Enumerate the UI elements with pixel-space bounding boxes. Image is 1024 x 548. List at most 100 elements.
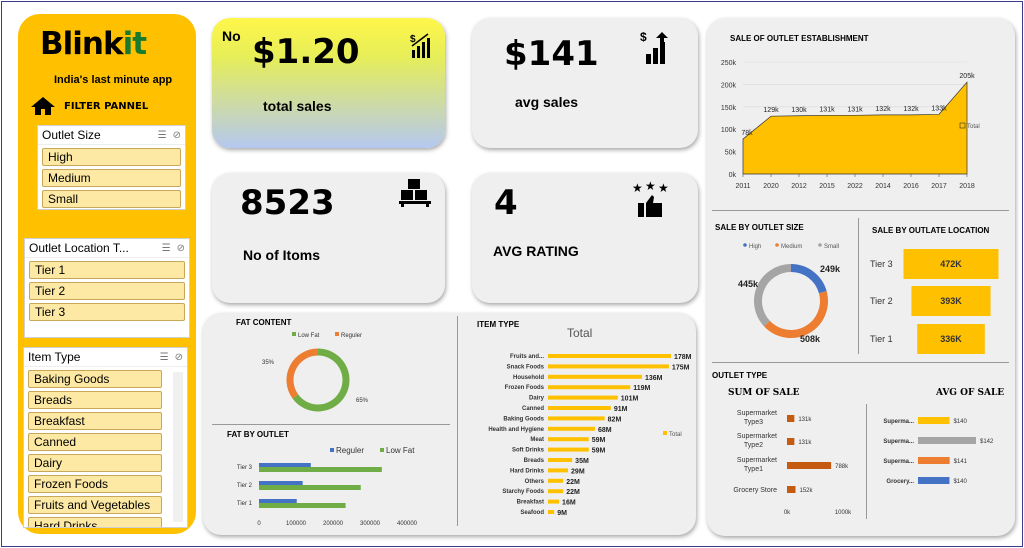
y-tick-label: Supermarket (737, 457, 777, 464)
bar (918, 417, 950, 424)
y-tick-label: 100k (721, 127, 737, 134)
data-label: $140 (953, 479, 967, 485)
y-tick-label: Supermarket (737, 410, 777, 417)
legend-label: Small (824, 244, 839, 250)
data-label: 119M (633, 385, 650, 392)
x-tick-label: 300000 (360, 521, 381, 527)
data-label: $141 (954, 459, 968, 465)
data-label: 22M (566, 479, 580, 486)
data-label: 445k (738, 279, 759, 289)
bar (548, 354, 671, 358)
x-tick-label: 2012 (791, 183, 807, 190)
y-tick-label: Others (525, 479, 545, 485)
bar (259, 503, 346, 508)
legend-swatch (663, 431, 667, 435)
x-tick-label: 2011 (735, 183, 750, 190)
data-label: 393K (940, 296, 962, 306)
y-tick-label: Tier 2 (870, 296, 893, 306)
legend-label: Reguler (336, 446, 364, 455)
bar (787, 415, 795, 422)
y-tick-label: 0k (729, 172, 737, 179)
legend-swatch (818, 243, 822, 247)
data-label: 472K (940, 259, 962, 269)
data-label: 65% (356, 398, 369, 404)
legend-swatch (380, 448, 384, 452)
data-label: 78k (741, 130, 753, 137)
x-tick-label: 2022 (847, 183, 863, 190)
x-tick-label: 0 (257, 521, 261, 527)
bar (548, 416, 605, 421)
y-tick-label: Tier 2 (237, 483, 253, 489)
x-tick-label: 200000 (323, 521, 344, 527)
y-tick-label: Fruits and... (510, 354, 544, 360)
data-label: 508k (800, 334, 821, 344)
bar (548, 364, 669, 369)
data-label: 35M (575, 458, 589, 465)
y-tick-label: Superma... (883, 459, 914, 465)
x-tick-label: 2017 (931, 183, 947, 190)
legend-label: Low Fat (298, 333, 320, 339)
y-tick-label: Grocery... (886, 479, 914, 485)
y-tick-label: Superma... (883, 439, 914, 445)
data-label: 59M (592, 437, 606, 444)
y-tick-label: Meat (530, 437, 544, 443)
bar (918, 477, 950, 484)
y-tick-label: Seafood (520, 510, 544, 516)
legend-label: Medium (781, 244, 802, 250)
y-tick-label: Baking Goods (503, 416, 544, 422)
y-tick-label: Type2 (744, 442, 763, 449)
data-label: 175M (672, 364, 690, 371)
bar (548, 499, 560, 504)
data-label: 130k (791, 107, 807, 114)
charts-layer: 0k 50k 100k 150k 200k 250k 2011 78k 2020 129k 2012… (237, 60, 999, 527)
legend-swatch (775, 243, 779, 247)
y-tick-label: Tier 3 (237, 465, 253, 471)
data-label: 152k (800, 488, 814, 494)
bar (548, 489, 564, 494)
data-label: 29M (571, 468, 585, 475)
data-label: 205k (959, 73, 975, 80)
bar (548, 374, 642, 379)
y-tick-label: Superma... (883, 419, 914, 425)
data-label: 131k (819, 106, 835, 113)
area-series (742, 81, 968, 175)
data-label: 788k (835, 464, 849, 470)
x-tick-label: 2015 (819, 183, 835, 190)
legend-label: High (749, 244, 761, 250)
data-label: 132k (875, 106, 891, 113)
y-tick-label: Type1 (744, 466, 763, 473)
legend-swatch (335, 332, 339, 336)
y-tick-label: Dairy (529, 396, 545, 402)
data-label: 91M (614, 406, 628, 413)
bar (548, 478, 564, 483)
y-tick-label: Canned (522, 406, 544, 412)
data-label: 9M (557, 510, 567, 517)
bar (548, 437, 589, 442)
bar (548, 385, 631, 390)
bar (918, 437, 976, 444)
y-tick-label: Tier 3 (870, 259, 893, 269)
data-label: 35% (262, 360, 275, 366)
size-donut-slice (764, 291, 828, 338)
y-tick-label: Tier 1 (237, 501, 253, 507)
bar (918, 457, 950, 464)
data-label: $140 (953, 419, 967, 425)
y-tick-label: Health and Hygiene (488, 427, 544, 433)
bar (259, 481, 303, 485)
y-tick-label: Supermarket (737, 433, 777, 440)
data-label: 68M (598, 427, 612, 434)
data-label: 133k (931, 105, 947, 112)
legend-label: Total (669, 432, 682, 438)
bar (787, 438, 795, 445)
y-tick-label: Tier 1 (870, 334, 893, 344)
bar (548, 458, 573, 462)
bar (548, 510, 555, 514)
y-tick-label: Hard Drinks (510, 468, 545, 474)
bar (787, 462, 832, 469)
legend-swatch (292, 332, 296, 336)
x-tick-label: 2020 (763, 183, 779, 190)
bar (259, 485, 361, 490)
y-tick-label: Grocery Store (733, 487, 777, 494)
size-donut-slice (754, 264, 792, 327)
y-tick-label: Breakfast (517, 500, 544, 506)
